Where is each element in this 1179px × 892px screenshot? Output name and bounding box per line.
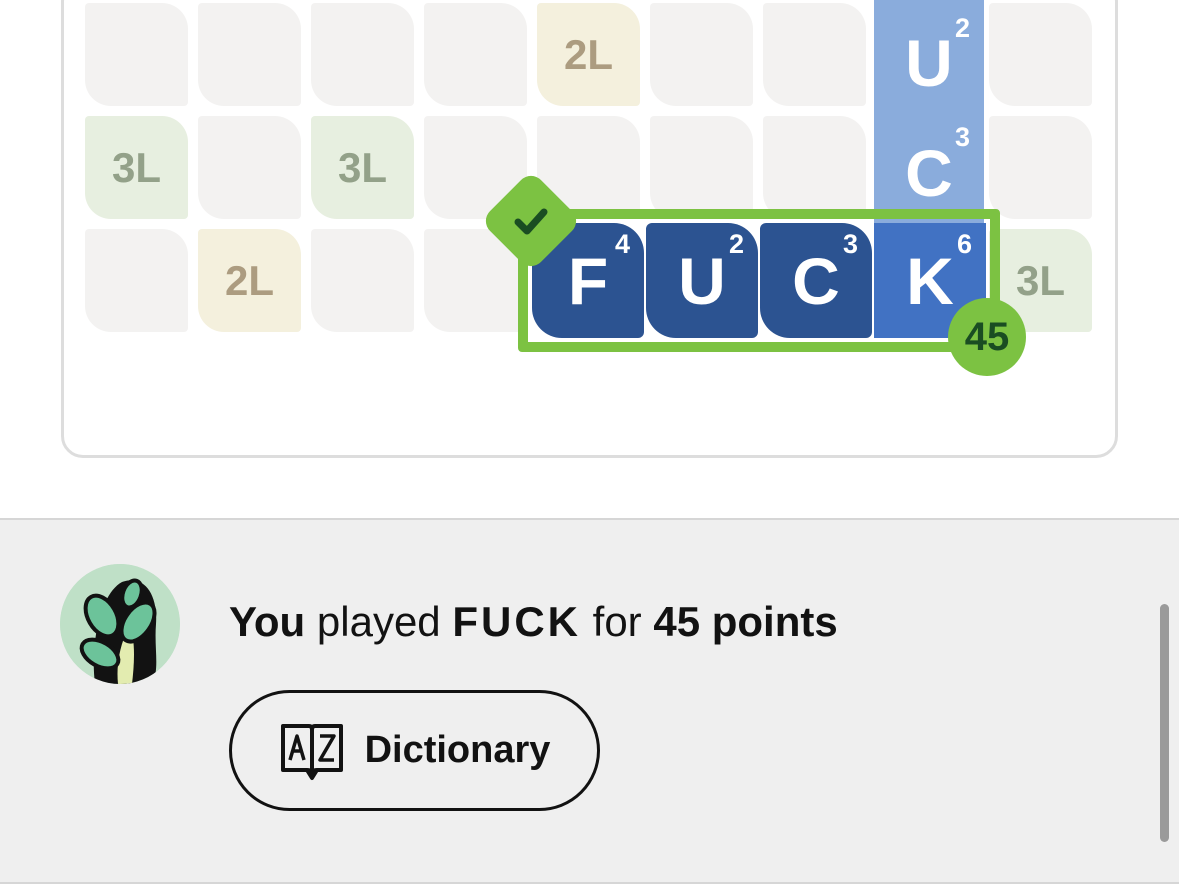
board-cell[interactable] [198, 3, 301, 106]
checkmark-icon [514, 208, 548, 235]
placed-tile[interactable]: C 3 [760, 223, 872, 338]
message-prefix: You [229, 598, 306, 645]
premium-label: 2L [563, 30, 613, 78]
board-cell[interactable] [989, 116, 1092, 219]
word-score: 45 [964, 314, 1010, 359]
tile-letter: C [905, 135, 953, 210]
triple-letter-cell[interactable]: 3L [311, 116, 414, 219]
tile-points: 2 [954, 13, 970, 43]
tile-letter: U [905, 25, 953, 100]
tile-points: 4 [614, 229, 630, 259]
premium-label: 3L [1015, 256, 1065, 304]
word-score-badge: 45 [948, 298, 1026, 376]
tile-letter: C [792, 243, 840, 318]
tile-letter: K [906, 243, 954, 318]
board-cell[interactable] [650, 3, 753, 106]
existing-tile: U 2 [874, 0, 984, 116]
dictionary-button-label: Dictionary [364, 729, 551, 771]
tile-letter: U [678, 243, 726, 318]
board-cell[interactable] [424, 3, 527, 106]
avatar [60, 564, 180, 684]
tile-points: 3 [954, 122, 970, 152]
placed-tile[interactable]: U 2 [646, 223, 758, 338]
double-letter-cell[interactable]: 2L [537, 3, 640, 106]
tile-letter: F [567, 243, 609, 318]
dictionary-button[interactable]: Dictionary [229, 690, 600, 811]
message-verb: played [316, 598, 441, 645]
board-cell[interactable] [650, 116, 753, 219]
board-cell[interactable] [311, 229, 414, 332]
message-for: for [592, 598, 642, 645]
message-points: 45 points [653, 598, 838, 645]
triple-letter-cell[interactable]: 3L [85, 116, 188, 219]
plant-figure-icon [60, 564, 180, 684]
board-cell[interactable] [198, 116, 301, 219]
premium-label: 3L [337, 143, 387, 191]
tile-points: 3 [842, 229, 858, 259]
played-word: FUCK [452, 598, 581, 645]
result-message: You played FUCK for 45 points [229, 598, 838, 646]
premium-label: 3L [111, 143, 161, 191]
tile-points: 6 [956, 229, 972, 259]
board-cell[interactable] [989, 3, 1092, 106]
board-cell[interactable] [763, 3, 866, 106]
result-panel: You played FUCK for 45 points Dictionary [0, 518, 1179, 884]
board-cell[interactable] [763, 116, 866, 219]
scrollbar[interactable] [1160, 604, 1169, 842]
board-cell[interactable] [85, 3, 188, 106]
double-letter-cell[interactable]: 2L [198, 229, 301, 332]
board-cell[interactable] [311, 3, 414, 106]
a-z-book-icon [280, 723, 343, 780]
tile-points: 2 [728, 229, 744, 259]
board-cell[interactable] [85, 229, 188, 332]
premium-label: 2L [224, 256, 274, 304]
